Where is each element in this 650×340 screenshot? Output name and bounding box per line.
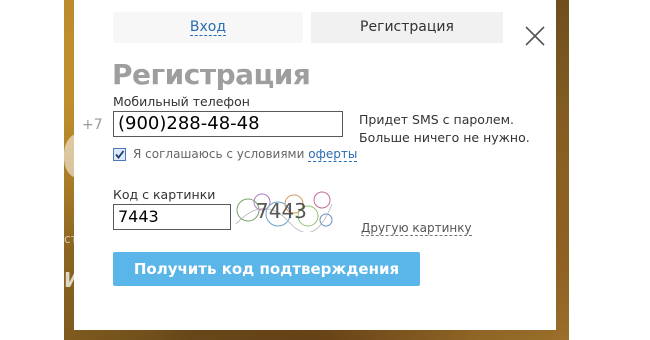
close-button[interactable] xyxy=(524,25,546,47)
tab-register[interactable]: Регистрация xyxy=(311,12,503,43)
sms-hint-line-1: Придет SMS с паролем. xyxy=(359,112,515,127)
close-icon xyxy=(525,26,545,46)
captcha-image: 7443 xyxy=(235,191,333,232)
captcha-label: Код с картинки xyxy=(113,187,216,202)
captcha-text: 7443 xyxy=(256,199,307,223)
sms-hint: Придет SMS с паролем. Больше ничего не н… xyxy=(359,111,530,147)
sms-hint-line-2: Больше ничего не нужно. xyxy=(359,130,530,145)
tab-login-label: Вход xyxy=(189,19,227,36)
agree-text: Я соглашаюсь с условиями оферты xyxy=(133,147,358,162)
submit-button[interactable]: Получить код подтверждения xyxy=(113,252,420,286)
tab-register-label: Регистрация xyxy=(360,19,454,35)
tab-login[interactable]: Вход xyxy=(113,12,303,43)
agree-label: Я соглашаюсь с условиями xyxy=(133,147,305,161)
registration-modal: Вход Регистрация Регистрация Мобильный т… xyxy=(74,0,556,330)
offer-link[interactable]: оферты xyxy=(308,147,358,162)
page-title: Регистрация xyxy=(112,58,311,91)
phone-label: Мобильный телефон xyxy=(113,94,250,109)
checkmark-icon xyxy=(115,150,125,159)
other-picture-link[interactable]: Другую картинку xyxy=(361,221,472,236)
captcha-input[interactable]: 7443 xyxy=(113,204,231,230)
phone-input[interactable]: (900)288-48-48 xyxy=(113,111,343,137)
phone-prefix: +7 xyxy=(82,117,103,133)
agree-checkbox[interactable] xyxy=(113,148,126,161)
